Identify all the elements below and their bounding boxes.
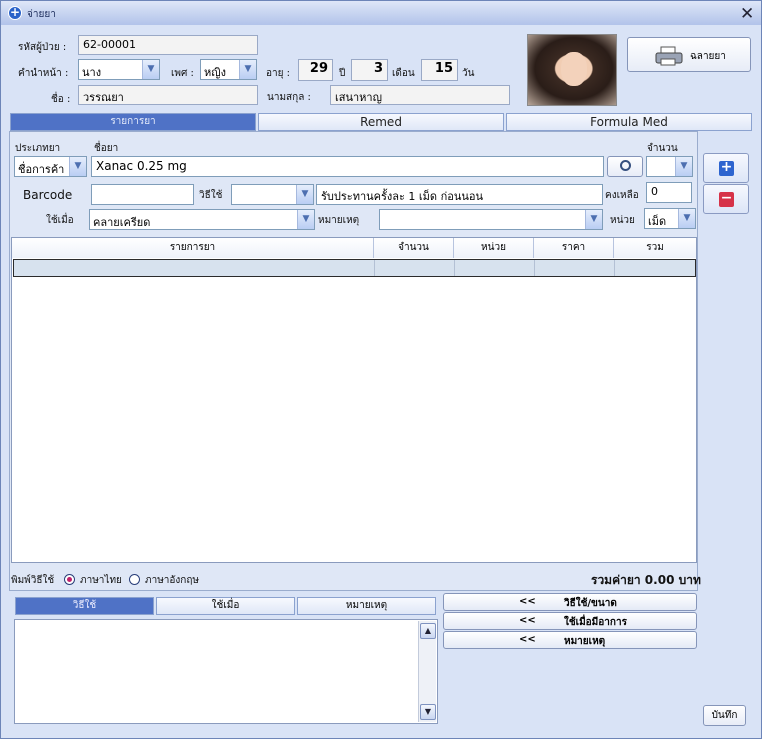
when-symptom-button[interactable]: << ใช้เมื่อมีอาการ <box>443 612 697 630</box>
drug-name-label: ชื่อยา <box>94 143 119 154</box>
col-drug[interactable]: รายการยา <box>12 238 374 258</box>
scroll-down-icon[interactable]: ▼ <box>420 704 436 720</box>
drug-type-value: ชื่อการค้า <box>18 163 65 176</box>
search-drug-button[interactable] <box>607 156 643 177</box>
scroll-up-icon[interactable]: ▲ <box>420 623 436 639</box>
thai-radio[interactable] <box>64 574 75 585</box>
prefix-select[interactable]: นาง ▼ <box>78 59 160 80</box>
arrow-left-icon: << <box>519 634 536 645</box>
sex-select[interactable]: หญิง ▼ <box>200 59 257 80</box>
name-label: ชื่อ : <box>51 94 71 105</box>
english-label: ภาษาอังกฤษ <box>145 575 200 586</box>
days-unit: วัน <box>462 68 475 79</box>
drug-table: รายการยา จำนวน หน่วย ราคา รวม <box>11 237 697 563</box>
usage-memo[interactable] <box>14 619 438 724</box>
chevron-down-icon[interactable]: ▼ <box>239 60 256 79</box>
total-text: รวมค่ายา 0.00 บาท <box>591 573 701 587</box>
drug-type-select[interactable]: ชื่อการค้า ▼ <box>14 156 87 177</box>
months-unit: เดือน <box>392 68 415 79</box>
sex-label: เพศ : <box>171 68 194 79</box>
chevron-down-icon[interactable]: ▼ <box>297 210 314 229</box>
thai-label: ภาษาไทย <box>80 575 122 586</box>
usage-size-button[interactable]: << วิธีใช้/ขนาด <box>443 593 697 611</box>
barcode-input[interactable] <box>91 184 194 205</box>
print-label-button[interactable]: ฉลายยา <box>627 37 751 72</box>
remain-field[interactable]: 0 <box>646 182 692 203</box>
tab-when[interactable]: ใช้เมื่อ <box>156 597 295 615</box>
usage-text-input[interactable]: รับประทานครั้งละ 1 เม็ด ก่อนนอน <box>316 184 603 205</box>
note-button[interactable]: << หมายเหตุ <box>443 631 697 649</box>
window-title: จ่ายยา <box>27 9 56 20</box>
years-unit: ปี <box>339 68 346 79</box>
plus-circle-icon: + <box>8 5 22 20</box>
chevron-down-icon[interactable]: ▼ <box>678 209 695 228</box>
usage-label: วิธีใช้ <box>199 190 223 201</box>
tab-usage[interactable]: วิธีใช้ <box>15 597 154 615</box>
col-unit[interactable]: หน่วย <box>454 238 534 258</box>
chevron-down-icon[interactable]: ▼ <box>69 157 86 176</box>
age-days: 15 <box>421 59 458 81</box>
when-symptom-label: ใช้เมื่อมีอาการ <box>564 617 627 628</box>
dispense-window: + จ่ายยา ✕ รหัสผู้ป่วย : 62-00001 คำนำหน… <box>0 0 762 739</box>
hn-label: รหัสผู้ป่วย : <box>18 42 67 53</box>
tab-drug-list[interactable]: รายการยา <box>10 113 256 131</box>
age-label: อายุ : <box>266 68 291 79</box>
arrow-left-icon: << <box>519 596 536 607</box>
note-label: หมายเหตุ <box>318 215 360 226</box>
note-select[interactable]: ▼ <box>379 209 603 230</box>
col-total[interactable]: รวม <box>614 238 696 258</box>
when-value: คลายเครียด <box>93 216 151 229</box>
when-label: ใช้เมื่อ <box>46 215 74 226</box>
hn-field: 62-00001 <box>78 35 258 55</box>
surname-label: นามสกุล : <box>267 92 311 103</box>
arrow-left-icon: << <box>519 615 536 626</box>
usage-size-label: วิธีใช้/ขนาด <box>564 598 617 609</box>
title-bar: + จ่ายยา ✕ <box>1 1 761 25</box>
col-price[interactable]: ราคา <box>534 238 614 258</box>
tab-formula-med[interactable]: Formula Med <box>506 113 752 131</box>
unit-select[interactable]: เม็ด ▼ <box>644 208 696 229</box>
plus-icon: + <box>719 159 734 176</box>
unit-value: เม็ด <box>648 215 667 228</box>
remove-drug-button[interactable]: − <box>703 184 749 214</box>
sex-value: หญิง <box>204 66 226 79</box>
chevron-down-icon[interactable]: ▼ <box>296 185 313 204</box>
memo-scrollbar[interactable]: ▲ ▼ <box>418 621 436 722</box>
usage-code-select[interactable]: ▼ <box>231 184 314 205</box>
unit-label: หน่วย <box>610 215 635 226</box>
age-months: 3 <box>351 59 388 81</box>
surname-field: เสนาหาญ <box>330 85 510 105</box>
age-years: 29 <box>298 59 333 81</box>
add-drug-button[interactable]: + <box>703 153 749 183</box>
tab-note[interactable]: หมายเหตุ <box>297 597 436 615</box>
barcode-label: Barcode <box>23 188 73 202</box>
minus-icon: − <box>719 190 734 207</box>
col-qty[interactable]: จำนวน <box>374 238 454 258</box>
qty-label: จำนวน <box>647 143 678 154</box>
table-row[interactable] <box>13 259 696 277</box>
qty-select[interactable]: ▼ <box>646 156 693 177</box>
chevron-down-icon[interactable]: ▼ <box>142 60 159 79</box>
chevron-down-icon[interactable]: ▼ <box>675 157 692 176</box>
drug-name-input[interactable]: Xanac 0.25 mg <box>91 156 604 177</box>
note-button-label: หมายเหตุ <box>564 636 606 647</box>
print-label-text: ฉลายยา <box>690 51 726 62</box>
tab-remed[interactable]: Remed <box>258 113 504 131</box>
english-radio[interactable] <box>129 574 140 585</box>
save-button[interactable]: บันทึก <box>703 705 746 726</box>
print-usage-label: พิมพ์วิธีใช้ <box>11 575 55 586</box>
chevron-down-icon[interactable]: ▼ <box>585 210 602 229</box>
prefix-value: นาง <box>82 66 102 79</box>
name-field: วรรณยา <box>78 85 258 105</box>
printer-icon <box>655 46 683 66</box>
when-select[interactable]: คลายเครียด ▼ <box>89 209 315 230</box>
search-icon <box>620 160 631 171</box>
close-button[interactable]: ✕ <box>740 4 754 24</box>
patient-photo <box>527 34 617 106</box>
prefix-label: คำนำหน้า : <box>18 68 69 79</box>
drug-type-label: ประเภทยา <box>15 143 61 154</box>
remain-label: คงเหลือ <box>605 190 639 201</box>
